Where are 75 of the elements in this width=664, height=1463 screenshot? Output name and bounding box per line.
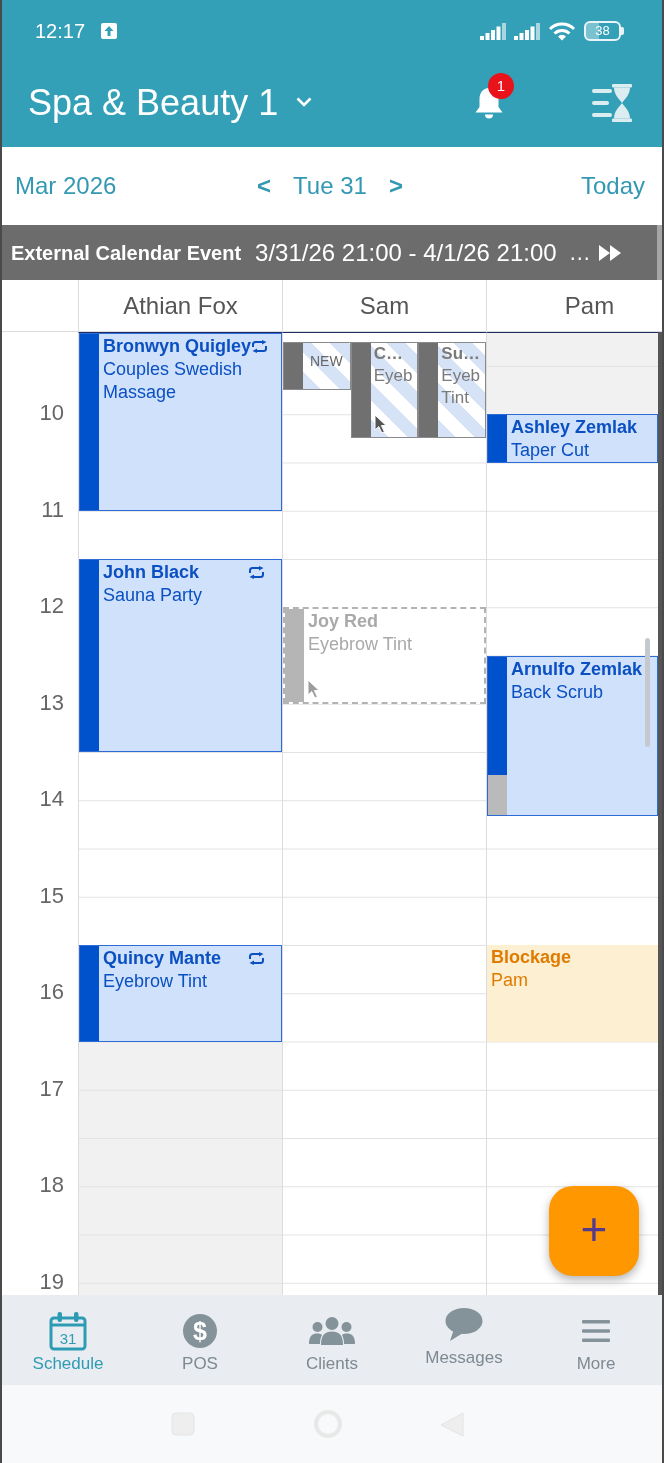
month-button[interactable]: Mar 2026 (15, 171, 117, 201)
hour-label: 11 (41, 498, 64, 521)
bottom-nav-tab[interactable]: Clients (266, 1295, 398, 1385)
appointment-card[interactable]: Quincy Mante Eyebrow Tint (79, 945, 282, 1042)
date-label[interactable]: Tue 31 (293, 171, 367, 201)
bottom-nav-tab[interactable]: More (530, 1295, 662, 1385)
hour-label: 18 (39, 1174, 64, 1197)
fast-forward-icon[interactable] (598, 244, 621, 261)
service-name: Eyeb Tint (441, 364, 482, 409)
client-name: Quincy Mante (103, 947, 222, 970)
staff-name: Pam (491, 969, 529, 992)
add-button[interactable]: + (549, 1186, 639, 1276)
hour-label: 10 (39, 402, 64, 425)
menu-icon (582, 1319, 610, 1343)
service-name: Eyebrow Tint (308, 633, 414, 657)
list-hourglass-icon[interactable] (592, 83, 632, 122)
hour-label: 14 (39, 788, 64, 811)
event-accent-bar (284, 342, 303, 390)
battery-indicator: 38 (584, 21, 624, 41)
hour-label: 17 (39, 1077, 64, 1100)
scrollbar[interactable] (657, 225, 662, 280)
status-time: 12:17 (35, 21, 86, 41)
external-event-title: External Calendar Event (11, 240, 242, 266)
event-accent-bar (488, 415, 507, 462)
hour-label: 19 (39, 1270, 64, 1293)
service-name: Eyebrow Tint (103, 970, 209, 993)
dollar-coin-icon: $ (183, 1314, 217, 1348)
bottom-nav-tab[interactable]: 31 Schedule (2, 1295, 134, 1385)
client-name: John Black (103, 561, 200, 584)
chevron-down-icon[interactable] (296, 97, 313, 108)
wifi-icon (548, 21, 576, 41)
today-button[interactable]: Today (580, 171, 645, 201)
client-name: Joy Red (308, 610, 379, 634)
appointment-card[interactable]: John Black Sauna Party (79, 559, 282, 752)
notification-count: 1 (488, 73, 514, 99)
client-name: Ashley Zemlak (511, 416, 638, 440)
speech-bubble-icon (445, 1308, 483, 1342)
new-label: NEW (310, 352, 343, 369)
external-event-time: 3/31/26 21:00 - 4/1/26 21:00 (255, 237, 557, 268)
upload-icon (101, 23, 118, 39)
client-name: Su… (441, 342, 481, 365)
appointment-card[interactable]: Arnulfo Zemlak Back Scrub (487, 655, 658, 817)
staff-column-header: Athian Fox (123, 290, 238, 321)
service-name: Couples Swedish Massage (103, 358, 244, 404)
appointment-card[interactable]: Ashley Zemlak Taper Cut (487, 414, 658, 463)
overflow-ellipsis: … (568, 239, 591, 267)
hour-label: 16 (39, 981, 64, 1004)
service-name: Taper Cut (511, 439, 591, 462)
client-name: Arnulfo Zemlak (511, 657, 643, 681)
dragged-appointment-outline[interactable]: Joy Red Eyebrow Tint (283, 607, 486, 704)
client-name: Bronwyn Quigley (103, 335, 252, 358)
hour-label: 15 (39, 884, 64, 907)
scrollbar[interactable] (645, 638, 650, 747)
client-name: C… (373, 342, 403, 365)
blocked-time-card[interactable]: Blockage Pam (487, 945, 658, 1042)
appointment-card[interactable]: Bronwyn Quigley Couples Swedish Massage (79, 333, 282, 511)
block-title: Blockage (491, 946, 573, 969)
service-name: Back Scrub (511, 680, 605, 704)
location-dropdown[interactable]: Spa & Beauty 1 (28, 81, 313, 124)
staff-column-header: Pam (564, 290, 615, 321)
hour-label: 12 (39, 595, 64, 618)
new-booking-card[interactable]: NEW (283, 341, 351, 391)
bottom-nav-tab[interactable]: $ POS (134, 1295, 266, 1385)
pending-booking-card[interactable]: Su… Eyeb Tint (418, 341, 486, 439)
service-name: Sauna Party (103, 584, 204, 607)
staff-column-header: Sam (359, 290, 410, 321)
pending-booking-card[interactable]: C… Eyeb (350, 341, 419, 439)
next-day-button[interactable]: > (388, 171, 403, 201)
service-name: Eyeb (373, 364, 414, 387)
previous-day-button[interactable]: < (257, 171, 272, 201)
bottom-nav-tab[interactable]: Messages (398, 1295, 530, 1385)
hour-label: 13 (39, 691, 64, 714)
people-icon (308, 1316, 356, 1346)
signal-icon (514, 22, 540, 40)
signal-icon (480, 22, 506, 40)
